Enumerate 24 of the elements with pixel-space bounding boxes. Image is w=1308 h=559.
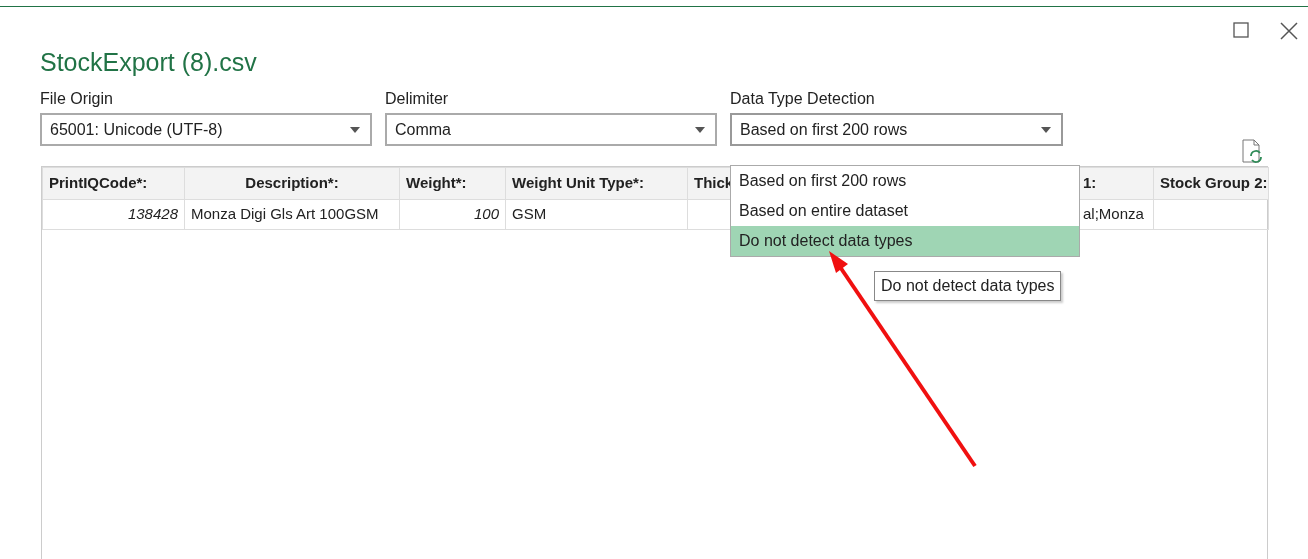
dropdown-field[interactable]: Based on first 200 rows bbox=[730, 113, 1063, 146]
column-header: Weight Unit Type*: bbox=[505, 167, 688, 200]
field-label: File Origin bbox=[40, 89, 114, 109]
caret-icon bbox=[350, 126, 360, 133]
column-header: Description*: bbox=[184, 167, 400, 200]
table-cell: GSM bbox=[505, 199, 688, 230]
table-cell: 100 bbox=[399, 199, 506, 230]
field-label: Data Type Detection bbox=[730, 89, 876, 109]
window-title: StockExport (8).csv bbox=[40, 47, 258, 77]
tooltip: Do not detect data types bbox=[874, 271, 1062, 301]
dropdown-field[interactable]: Comma bbox=[385, 113, 717, 146]
refresh-file-icon[interactable] bbox=[1240, 139, 1264, 165]
column-header: Weight*: bbox=[399, 167, 506, 200]
close-icon[interactable] bbox=[1280, 22, 1298, 40]
field-label: Delimiter bbox=[385, 89, 450, 109]
caret-icon bbox=[1041, 126, 1051, 133]
dropdown-field[interactable]: 65001: Unicode (UTF-8) bbox=[40, 113, 372, 146]
dropdown-option[interactable]: Do not detect data types bbox=[731, 226, 1079, 256]
caret-icon bbox=[695, 126, 705, 133]
column-header: PrintIQCode*: bbox=[42, 167, 185, 200]
column-header: Stock Group 2: bbox=[1153, 167, 1269, 200]
table-cell: Monza Digi Gls Art 100GSM bbox=[184, 199, 400, 230]
maximize-icon[interactable] bbox=[1233, 22, 1249, 38]
table-cell: 138428 bbox=[42, 199, 185, 230]
